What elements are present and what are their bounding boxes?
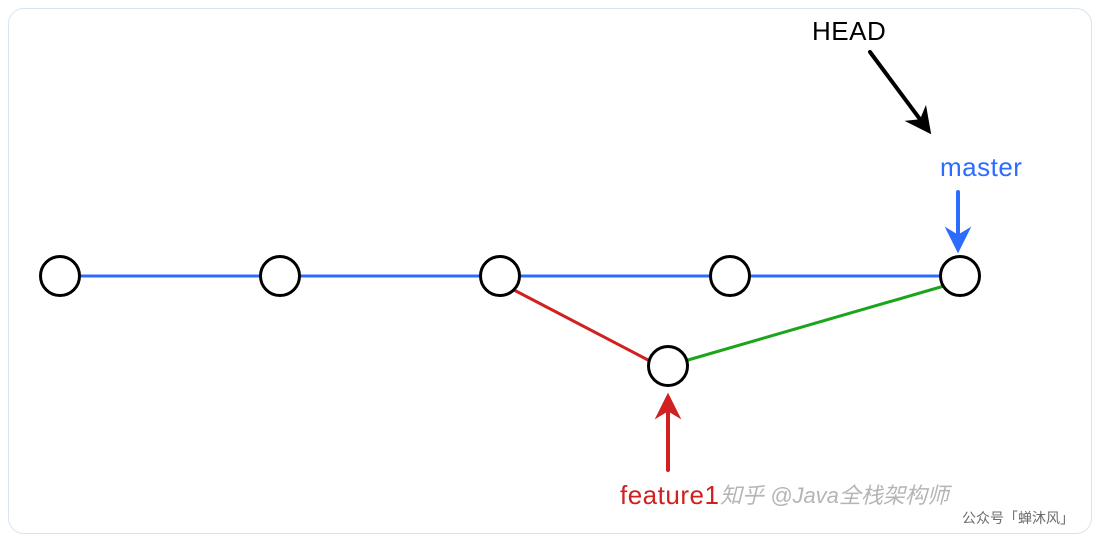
feature-label: feature1 <box>620 480 719 511</box>
commit-node <box>479 255 521 297</box>
commit-node <box>709 255 751 297</box>
head-label: HEAD <box>812 16 886 47</box>
footer-credit: 公众号「蝉沐风」 <box>962 508 1074 528</box>
commit-node <box>39 255 81 297</box>
watermark-text: 知乎 @Java全栈架构师 <box>720 478 949 510</box>
master-label: master <box>940 152 1022 183</box>
commit-node <box>259 255 301 297</box>
commit-node <box>939 255 981 297</box>
diagram-frame <box>8 8 1092 534</box>
commit-node-feature <box>647 345 689 387</box>
